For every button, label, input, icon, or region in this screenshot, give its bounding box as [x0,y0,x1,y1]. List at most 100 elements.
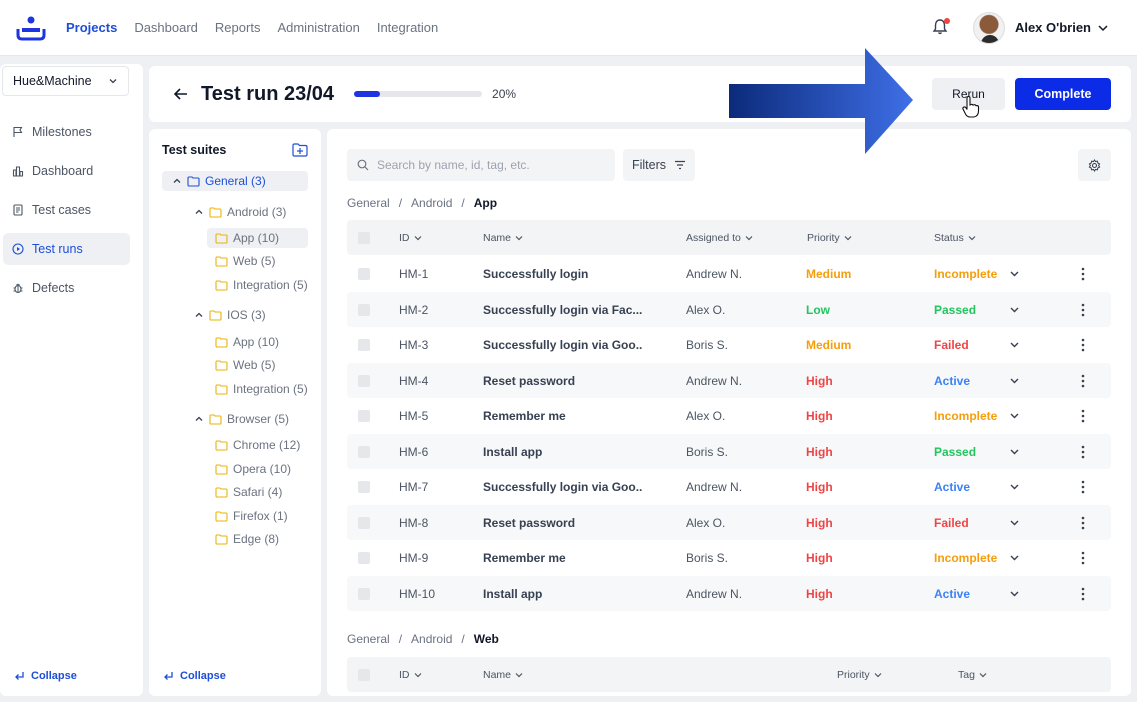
row-checkbox[interactable] [358,374,370,387]
cell-status[interactable]: Incomplete [934,398,997,433]
sidebar-collapse-button[interactable]: Collapse [14,670,77,682]
row-actions[interactable] [1081,434,1085,469]
project-select[interactable]: Hue&Machine [2,66,129,96]
back-button[interactable] [173,86,189,102]
cell-status[interactable]: Failed [934,505,969,540]
sidebar-item-milestones[interactable]: Milestones [3,116,130,148]
column-header-tag[interactable]: Tag [958,657,988,692]
user-name[interactable]: Alex O'brien [1015,20,1091,35]
sidebar-item-test-runs[interactable]: Test runs [3,233,130,265]
tree-item-edge[interactable]: Edge (8) [215,529,279,549]
breadcrumb-item[interactable]: Android [411,196,452,210]
filters-button[interactable]: Filters [623,149,695,181]
cell-name[interactable]: Successfully login via Goo... [483,469,643,504]
row-checkbox[interactable] [358,587,370,600]
status-dropdown[interactable] [1009,363,1020,398]
cell-name[interactable]: Successfully login via Goo... [483,327,643,362]
nav-link-administration[interactable]: Administration [277,20,359,35]
row-checkbox[interactable] [358,267,370,280]
column-header-priority[interactable]: Priority [807,220,853,255]
cell-name[interactable]: Successfully login via Fac... [483,292,643,327]
cell-name[interactable]: Remember me [483,540,643,575]
row-actions[interactable] [1081,292,1085,327]
complete-button[interactable]: Complete [1015,78,1111,110]
tree-item-android-app[interactable]: App (10) [207,228,308,248]
status-dropdown[interactable] [1009,327,1020,362]
row-checkbox[interactable] [358,445,370,458]
sidebar-item-dashboard[interactable]: Dashboard [3,155,130,187]
tree-item-firefox[interactable]: Firefox (1) [215,506,288,526]
row-actions[interactable] [1081,576,1085,611]
column-header-priority[interactable]: Priority [837,657,883,692]
cell-status[interactable]: Active [934,469,970,504]
cell-status[interactable]: Incomplete [934,256,997,291]
chevron-up-icon[interactable] [194,310,204,320]
row-checkbox[interactable] [358,480,370,493]
row-checkbox[interactable] [358,303,370,316]
table-row[interactable]: HM-6 Install app Boris S. High Passed [347,434,1111,469]
cell-name[interactable]: Reset password [483,363,643,398]
row-actions[interactable] [1081,363,1085,398]
nav-link-dashboard[interactable]: Dashboard [134,20,198,35]
tree-item-ios[interactable]: IOS (3) [194,305,266,325]
tree-item-android-web[interactable]: Web (5) [215,251,275,271]
chevron-up-icon[interactable] [194,414,204,424]
row-actions[interactable] [1081,469,1085,504]
row-checkbox[interactable] [358,409,370,422]
search-box[interactable] [347,149,615,181]
tree-item-opera[interactable]: Opera (10) [215,459,291,479]
breadcrumb-item[interactable]: General [347,196,390,210]
search-input[interactable] [377,158,607,172]
tree-item-ios-integration[interactable]: Integration (5) [215,379,308,399]
column-header-name[interactable]: Name [483,220,524,255]
sidebar-item-test-cases[interactable]: Test cases [3,194,130,226]
status-dropdown[interactable] [1009,434,1020,469]
table-row[interactable]: HM-1 Successfully login Andrew N. Medium Inc… [347,256,1111,291]
chevron-up-icon[interactable] [172,176,182,186]
tree-item-chrome[interactable]: Chrome (12) [215,435,300,455]
breadcrumb-item[interactable]: General [347,632,390,646]
row-checkbox[interactable] [358,516,370,529]
notification-bell-icon[interactable] [931,17,951,38]
cell-status[interactable]: Passed [934,434,976,469]
nav-link-projects[interactable]: Projects [66,20,117,35]
breadcrumb-item[interactable]: Android [411,632,452,646]
row-actions[interactable] [1081,398,1085,433]
table-row[interactable]: HM-3 Successfully login via Goo... Boris S… [347,327,1111,362]
chevron-down-icon[interactable] [1097,22,1109,34]
tree-item-safari[interactable]: Safari (4) [215,482,282,502]
column-header-status[interactable]: Status [934,220,977,255]
table-row[interactable]: HM-7 Successfully login via Goo... Andrew … [347,469,1111,504]
cell-name[interactable]: Install app [483,576,643,611]
cell-status[interactable]: Passed [934,292,976,327]
select-all-checkbox[interactable] [358,668,370,681]
cell-name[interactable]: Successfully login [483,256,643,291]
nav-link-integration[interactable]: Integration [377,20,438,35]
tree-item-general[interactable]: General (3) [162,171,308,191]
table-row[interactable]: HM-5 Remember me Alex O. High Incomplete [347,398,1111,433]
tree-item-ios-app[interactable]: App (10) [215,332,279,352]
cell-status[interactable]: Failed [934,327,969,362]
table-row[interactable]: HM-4 Reset password Andrew N. High Active [347,363,1111,398]
cell-status[interactable]: Incomplete [934,540,997,575]
status-dropdown[interactable] [1009,540,1020,575]
row-checkbox[interactable] [358,551,370,564]
status-dropdown[interactable] [1009,505,1020,540]
table-row[interactable]: HM-9 Remember me Boris S. High Incomplete [347,540,1111,575]
table-row[interactable]: HM-8 Reset password Alex O. High Failed [347,505,1111,540]
select-all-checkbox[interactable] [358,231,370,244]
tree-item-browser[interactable]: Browser (5) [194,409,289,429]
nav-link-reports[interactable]: Reports [215,20,261,35]
cell-status[interactable]: Active [934,363,970,398]
status-dropdown[interactable] [1009,398,1020,433]
tree-item-android[interactable]: Android (3) [194,202,286,222]
cell-status[interactable]: Active [934,576,970,611]
status-dropdown[interactable] [1009,469,1020,504]
column-header-name[interactable]: Name [483,657,524,692]
tree-item-android-integration[interactable]: Integration (5) [215,275,308,295]
status-dropdown[interactable] [1009,292,1020,327]
status-dropdown[interactable] [1009,256,1020,291]
column-header-assigned[interactable]: Assigned to [686,220,754,255]
add-folder-icon[interactable] [292,143,308,157]
avatar[interactable] [972,11,1005,44]
